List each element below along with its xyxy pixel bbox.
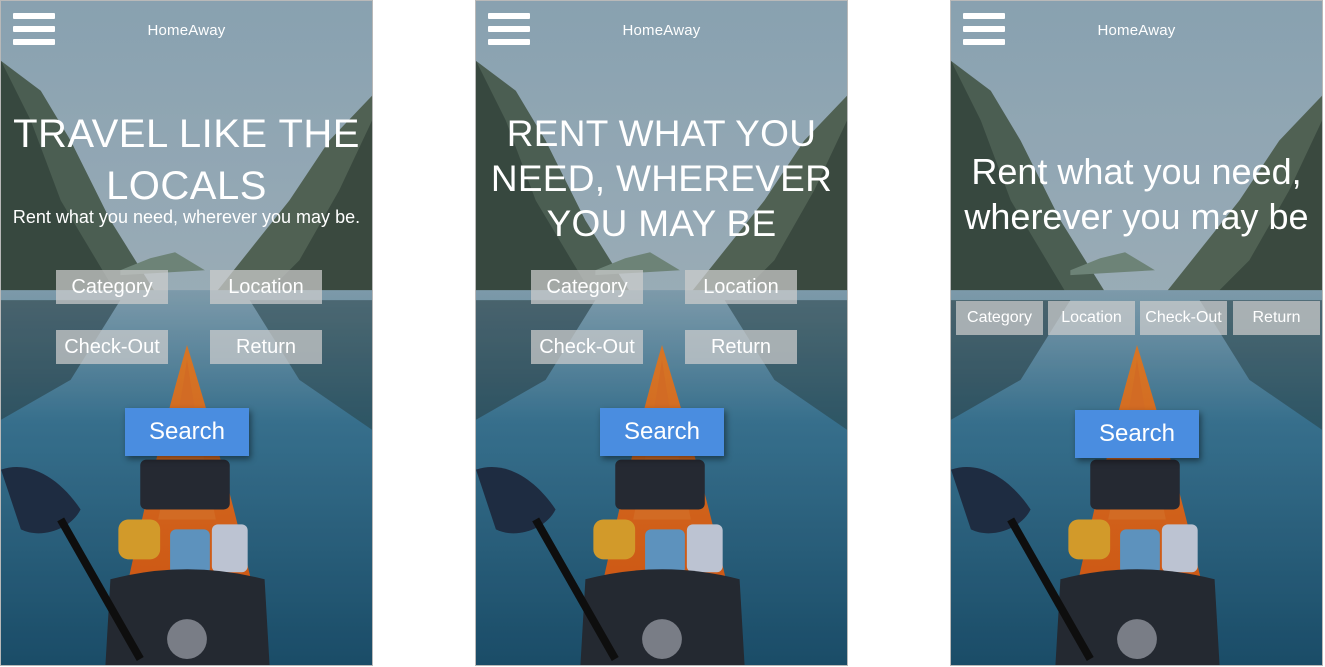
headline-line: YOU MAY BE bbox=[546, 203, 777, 244]
phone-screen-2: HomeAway RENT WHAT YOU NEED, WHEREVER YO… bbox=[475, 0, 848, 666]
return-field[interactable]: Return bbox=[1233, 301, 1320, 335]
search-button[interactable]: Search bbox=[600, 408, 724, 456]
location-field[interactable]: Location bbox=[210, 270, 322, 304]
headline-line: NEED, WHEREVER bbox=[490, 158, 833, 199]
phone-screen-1: HomeAway TRAVEL LIKE THE LOCALS Rent wha… bbox=[0, 0, 373, 666]
location-field[interactable]: Location bbox=[1048, 301, 1135, 335]
check-out-field[interactable]: Check-Out bbox=[1140, 301, 1227, 335]
headline-line: RENT WHAT YOU bbox=[506, 113, 817, 154]
category-field[interactable]: Category bbox=[531, 270, 643, 304]
tagline: Rent what you need, wherever you may be. bbox=[12, 207, 361, 227]
search-button[interactable]: Search bbox=[125, 408, 249, 456]
brand-title: HomeAway bbox=[147, 22, 226, 39]
headline: Rent what you need, wherever you may be bbox=[955, 149, 1318, 239]
headline-line: LOCALS bbox=[106, 164, 267, 208]
headline-line: TRAVEL LIKE THE bbox=[13, 112, 360, 156]
brand-title: HomeAway bbox=[1097, 22, 1176, 39]
headline-line: Rent what you need, bbox=[971, 151, 1302, 192]
return-field[interactable]: Return bbox=[210, 330, 322, 364]
location-field[interactable]: Location bbox=[685, 270, 797, 304]
search-button[interactable]: Search bbox=[1075, 410, 1199, 458]
headline: RENT WHAT YOU NEED, WHEREVER YOU MAY BE bbox=[480, 111, 843, 246]
category-field[interactable]: Category bbox=[956, 301, 1043, 335]
phone-screen-3: HomeAway Rent what you need, wherever yo… bbox=[950, 0, 1323, 666]
headline: TRAVEL LIKE THE LOCALS bbox=[5, 108, 368, 212]
return-field[interactable]: Return bbox=[685, 330, 797, 364]
check-out-field[interactable]: Check-Out bbox=[56, 330, 168, 364]
check-out-field[interactable]: Check-Out bbox=[531, 330, 643, 364]
brand-title: HomeAway bbox=[622, 22, 701, 39]
category-field[interactable]: Category bbox=[56, 270, 168, 304]
headline-line: wherever you may be bbox=[964, 196, 1309, 237]
